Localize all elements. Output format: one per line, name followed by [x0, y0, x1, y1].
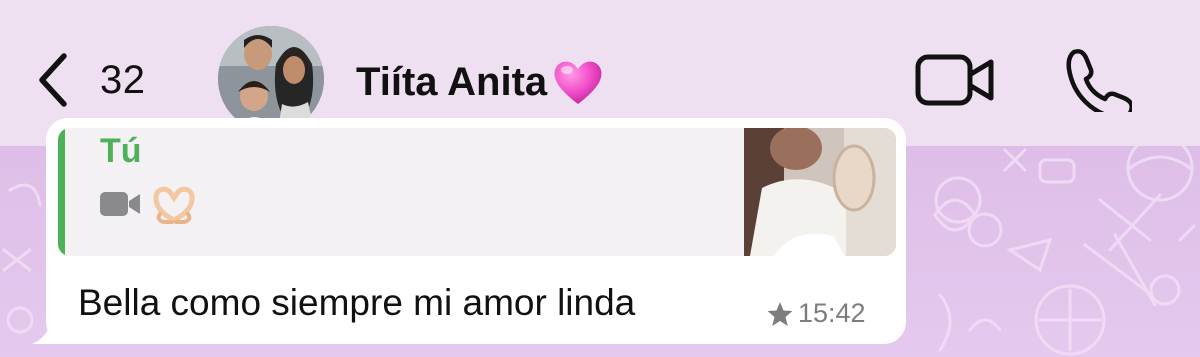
heart-hands-emoji [153, 186, 195, 224]
quoted-message[interactable]: Tú [58, 128, 896, 256]
message-time: 15:42 [798, 298, 866, 328]
back-button[interactable]: 32 [34, 50, 146, 110]
video-call-button[interactable] [914, 52, 996, 108]
video-camera-icon [915, 54, 994, 106]
quote-author: Tú [100, 132, 142, 170]
voice-call-button[interactable] [1062, 46, 1134, 121]
phone-icon [1066, 49, 1134, 121]
message-text: Bella como siempre mi amor linda [78, 282, 636, 323]
quote-thumbnail [744, 128, 896, 256]
video-icon [100, 192, 140, 216]
contact-name[interactable]: Tiíta Anita [356, 52, 605, 112]
pink-heart-emoji [554, 61, 602, 104]
quote-media-info [98, 184, 196, 224]
unread-count: 32 [100, 57, 146, 102]
avatar[interactable] [218, 26, 324, 132]
star-icon [767, 301, 793, 326]
quote-accent-bar [58, 128, 65, 256]
message-meta: 15:42 [766, 298, 866, 329]
video-thumbnail-image [744, 128, 896, 256]
contact-name-text: Tiíta Anita [356, 59, 548, 104]
avatar-photo [218, 26, 324, 132]
chevron-left-icon [39, 53, 67, 107]
